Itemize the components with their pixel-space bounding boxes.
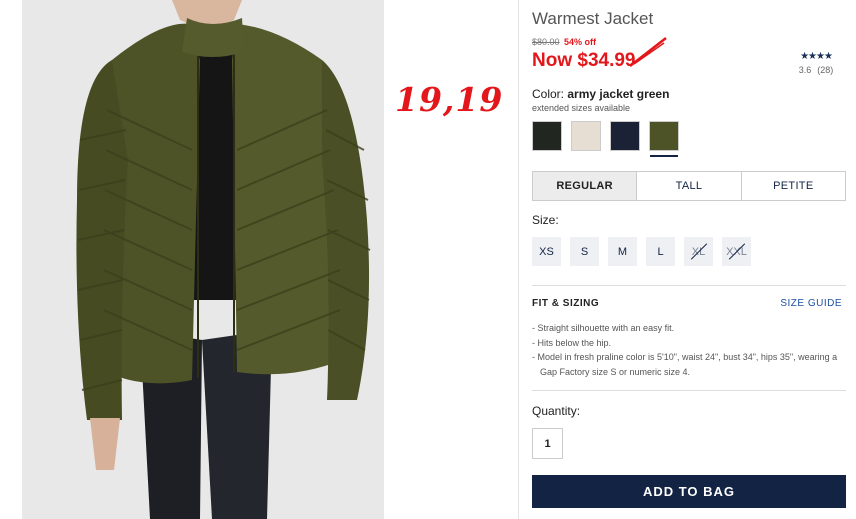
fit-bullet: - Model in fresh praline color is 5'10",… [532,352,838,377]
tab-tall[interactable]: TALL [636,172,740,200]
size-s[interactable]: S [570,237,599,266]
product-image[interactable] [22,0,384,519]
size-guide-link[interactable]: SIZE GUIDE [780,298,842,309]
fit-sizing-header: FIT & SIZING SIZE GUIDE [532,298,846,309]
quantity-input[interactable]: 1 [532,428,563,459]
product-panel: Warmest Jacket $80.00 54% off Now $34.99… [532,0,846,519]
tab-regular[interactable]: REGULAR [533,172,637,200]
review-count[interactable]: (28) [817,65,833,75]
discount-badge: 54% off [564,37,597,47]
size-options: XS S M L XL XXL [532,237,751,266]
color-line: Color: army jacket green [532,87,669,101]
price-strike-mark [629,37,667,67]
price-annotation: 19,19 [395,80,504,119]
divider [532,390,846,391]
jacket-photo [22,0,384,519]
rating[interactable]: ★★★★ 3.6 (28) [786,51,846,75]
color-swatches [532,121,679,157]
swatch-army-green[interactable] [649,121,679,157]
color-label: Color: [532,87,565,101]
was-price-line: $80.00 54% off [532,37,596,47]
size-m[interactable]: M [608,237,637,266]
swatch-navy[interactable] [610,121,640,151]
add-to-bag-button[interactable]: ADD TO BAG [532,475,846,508]
fit-bullet: - Hits below the hip. [532,337,612,348]
size-xs[interactable]: XS [532,237,561,266]
color-name: army jacket green [567,87,670,101]
star-rating-icon: ★★★★ [800,51,833,62]
now-price: Now $34.99 [532,50,636,71]
product-title: Warmest Jacket [532,9,654,28]
was-price: $80.00 [532,37,560,47]
fit-tabs: REGULAR TALL PETITE [532,171,846,201]
fit-details: - Straight silhouette with an easy fit. … [532,321,846,379]
swatch-praline[interactable] [571,121,601,151]
panel-divider [518,0,519,519]
size-xl[interactable]: XL [684,237,713,266]
fit-bullet: - Straight silhouette with an easy fit. [532,323,675,333]
extended-sizes-note: extended sizes available [532,103,631,113]
tab-petite[interactable]: PETITE [740,172,845,200]
size-xxl[interactable]: XXL [722,237,751,266]
size-label: Size: [532,213,559,227]
swatch-black[interactable] [532,121,562,151]
quantity-label: Quantity: [532,404,581,418]
divider [532,285,846,286]
size-l[interactable]: L [646,237,675,266]
rating-score: 3.6 [798,65,812,75]
fit-sizing-heading: FIT & SIZING [532,298,600,309]
